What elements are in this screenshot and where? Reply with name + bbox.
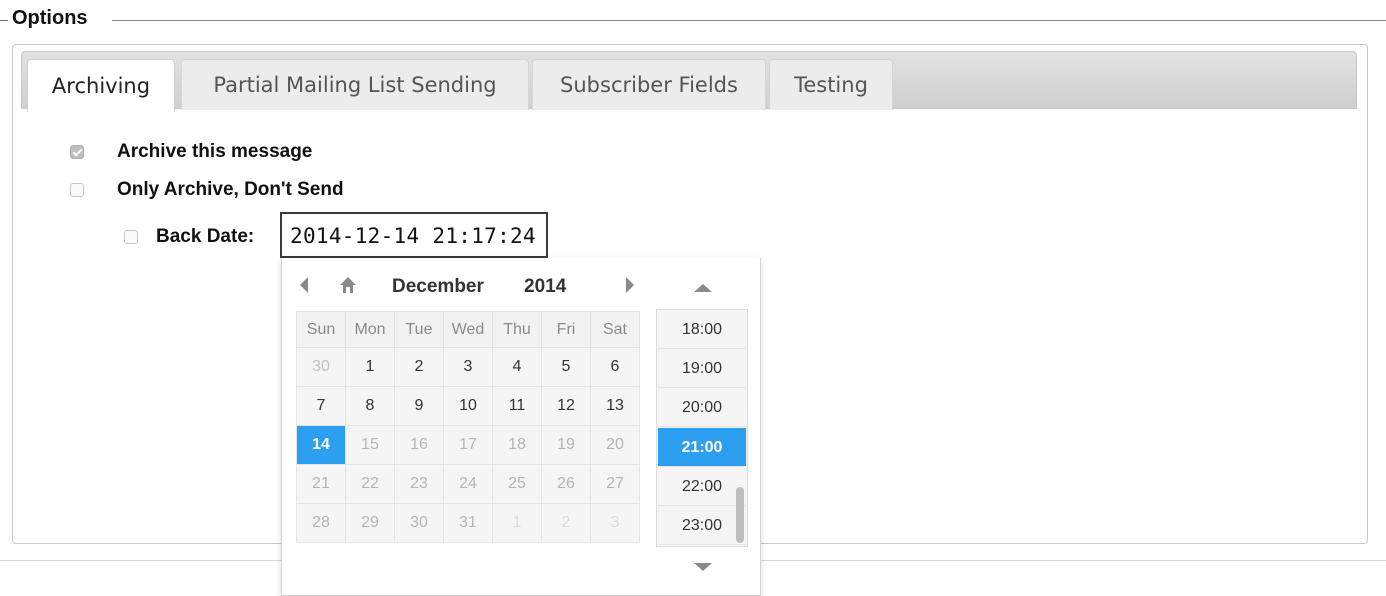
tab-testing[interactable]: Testing bbox=[769, 59, 893, 110]
calendar-day[interactable]: 1 bbox=[492, 503, 542, 543]
calendar-day[interactable]: 11 bbox=[492, 386, 542, 426]
calendar-day[interactable]: 30 bbox=[296, 347, 346, 387]
calendar-day[interactable]: 2 bbox=[394, 347, 444, 387]
calendar-week-row: 7 8 9 10 11 12 13 bbox=[296, 386, 640, 426]
time-list-scrollbar[interactable] bbox=[736, 487, 744, 543]
weekday-header: Thu bbox=[492, 311, 542, 348]
calendar-day[interactable]: 24 bbox=[443, 464, 493, 504]
calendar-day[interactable]: 18 bbox=[492, 425, 542, 465]
archive-checkbox[interactable] bbox=[70, 145, 84, 159]
calendar-day[interactable]: 7 bbox=[296, 386, 346, 426]
calendar-day[interactable]: 20 bbox=[590, 425, 640, 465]
calendar-day[interactable]: 16 bbox=[394, 425, 444, 465]
calendar-week-row: 28 29 30 31 1 2 3 bbox=[296, 503, 640, 543]
back-date-input[interactable]: 2014-12-14 21:17:24 bbox=[280, 212, 548, 258]
calendar-day-selected[interactable]: 14 bbox=[296, 425, 346, 465]
time-option-selected[interactable]: 21:00 bbox=[658, 428, 746, 467]
calendar-day[interactable]: 4 bbox=[492, 347, 542, 387]
tab-archiving[interactable]: Archiving bbox=[27, 59, 175, 112]
tab-partial-mailing-list-sending[interactable]: Partial Mailing List Sending bbox=[181, 59, 529, 110]
picker-month[interactable]: December bbox=[392, 276, 484, 298]
calendar-day[interactable]: 19 bbox=[541, 425, 591, 465]
calendar-day[interactable]: 2 bbox=[541, 503, 591, 543]
fieldset-legend: Options bbox=[12, 7, 88, 29]
calendar-day[interactable]: 10 bbox=[443, 386, 493, 426]
calendar-day[interactable]: 3 bbox=[443, 347, 493, 387]
calendar-week-row: 14 15 16 17 18 19 20 bbox=[296, 425, 640, 465]
fieldset-border-left bbox=[0, 20, 8, 21]
home-icon[interactable] bbox=[337, 274, 359, 296]
calendar-day[interactable]: 12 bbox=[541, 386, 591, 426]
only-archive-label: Only Archive, Don't Send bbox=[117, 179, 344, 200]
calendar-day[interactable]: 29 bbox=[345, 503, 395, 543]
calendar-day[interactable]: 22 bbox=[345, 464, 395, 504]
tab-subscriber-fields[interactable]: Subscriber Fields bbox=[532, 59, 766, 110]
calendar-day[interactable]: 25 bbox=[492, 464, 542, 504]
calendar-day[interactable]: 13 bbox=[590, 386, 640, 426]
calendar-day[interactable]: 3 bbox=[590, 503, 640, 543]
time-option[interactable]: 18:00 bbox=[658, 310, 746, 349]
calendar-day[interactable]: 23 bbox=[394, 464, 444, 504]
fieldset-border-right bbox=[112, 20, 1386, 21]
time-list[interactable]: 18:00 19:00 20:00 21:00 22:00 23:00 bbox=[656, 309, 748, 547]
weekday-header: Mon bbox=[345, 311, 395, 348]
tab-strip: Archiving Partial Mailing List Sending S… bbox=[21, 51, 1357, 112]
calendar-day[interactable]: 26 bbox=[541, 464, 591, 504]
triangle-left-icon[interactable] bbox=[300, 277, 308, 293]
weekday-header: Sun bbox=[296, 311, 346, 348]
calendar-day[interactable]: 6 bbox=[590, 347, 640, 387]
calendar-day[interactable]: 8 bbox=[345, 386, 395, 426]
back-date-checkbox[interactable] bbox=[124, 230, 138, 244]
weekday-header: Fri bbox=[541, 311, 591, 348]
time-option[interactable]: 23:00 bbox=[658, 506, 746, 545]
calendar-day[interactable]: 27 bbox=[590, 464, 640, 504]
calendar-week-row: 21 22 23 24 25 26 27 bbox=[296, 464, 640, 504]
triangle-right-icon[interactable] bbox=[626, 277, 634, 293]
calendar-day[interactable]: 15 bbox=[345, 425, 395, 465]
picker-year[interactable]: 2014 bbox=[524, 276, 566, 298]
time-option[interactable]: 20:00 bbox=[658, 388, 746, 427]
weekday-header: Wed bbox=[443, 311, 493, 348]
calendar-day[interactable]: 9 bbox=[394, 386, 444, 426]
calendar-day[interactable]: 5 bbox=[541, 347, 591, 387]
calendar-day[interactable]: 17 bbox=[443, 425, 493, 465]
triangle-down-icon[interactable] bbox=[694, 563, 712, 571]
only-archive-checkbox[interactable] bbox=[70, 183, 84, 197]
calendar-day[interactable]: 30 bbox=[394, 503, 444, 543]
calendar-day[interactable]: 28 bbox=[296, 503, 346, 543]
weekday-header: Tue bbox=[394, 311, 444, 348]
calendar-day[interactable]: 31 bbox=[443, 503, 493, 543]
calendar-day[interactable]: 1 bbox=[345, 347, 395, 387]
weekday-header: Sat bbox=[590, 311, 640, 348]
calendar-grid: Sun Mon Tue Wed Thu Fri Sat 30 1 2 3 4 5… bbox=[296, 311, 640, 543]
calendar-day[interactable]: 21 bbox=[296, 464, 346, 504]
time-option[interactable]: 19:00 bbox=[658, 349, 746, 388]
weekday-header-row: Sun Mon Tue Wed Thu Fri Sat bbox=[296, 311, 640, 348]
time-option[interactable]: 22:00 bbox=[658, 467, 746, 506]
back-date-label: Back Date: bbox=[156, 226, 255, 247]
archive-label: Archive this message bbox=[117, 141, 313, 162]
calendar-week-row: 30 1 2 3 4 5 6 bbox=[296, 347, 640, 387]
triangle-up-icon[interactable] bbox=[694, 284, 712, 292]
